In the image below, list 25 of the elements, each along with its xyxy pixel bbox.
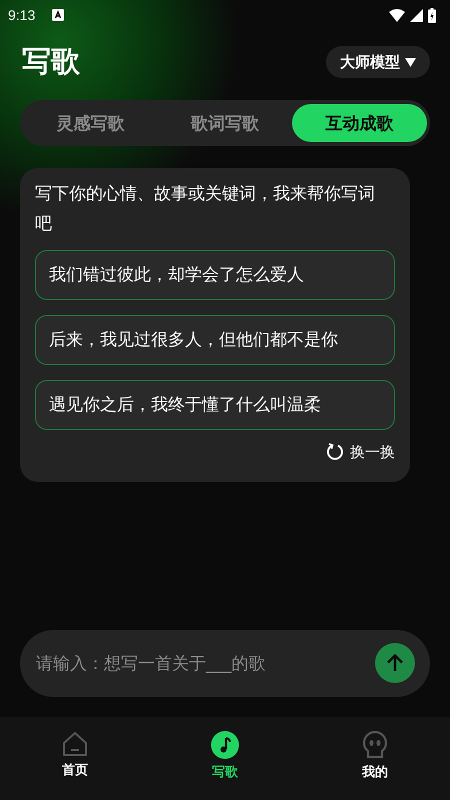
ghost-face-icon (363, 731, 387, 759)
tab[interactable]: 灵感写歌 (23, 104, 158, 142)
battery-icon (428, 8, 436, 22)
tab[interactable]: 歌词写歌 (158, 104, 292, 142)
caret-icon (405, 58, 416, 66)
nav-item[interactable]: 首页 (0, 730, 150, 780)
model-dropdown[interactable]: 大师模型 (326, 46, 430, 78)
suggestion-chip[interactable]: 遇见你之后，我终于懂了什么叫温柔 (35, 380, 395, 430)
refresh-icon (326, 443, 344, 461)
nav-item[interactable]: 我的 (300, 730, 450, 782)
house-icon (62, 731, 88, 757)
signal-icon (410, 8, 423, 22)
input-field[interactable]: 请输入：想写一首关于___的歌 (20, 630, 430, 697)
music-note-icon (211, 731, 239, 759)
refresh-button[interactable]: 换一换 (326, 442, 395, 462)
suggestion-chip[interactable]: 后来，我见过很多人，但他们都不是你 (35, 314, 395, 364)
status-time: 9:13 (8, 7, 36, 23)
arrow-up-icon (387, 654, 403, 672)
suggestion-chip[interactable]: 我们错过彼此，却学会了怎么爱人 (35, 250, 395, 300)
notification-icon (52, 9, 64, 21)
page-title: 写歌 (22, 43, 80, 80)
tab[interactable]: 互动成歌 (292, 104, 428, 142)
prompt-text: 写下你的心情、故事或关键词，我来帮你写词吧 (35, 183, 376, 236)
wifi-icon (389, 8, 405, 22)
nav-item[interactable]: 写歌 (150, 730, 300, 782)
